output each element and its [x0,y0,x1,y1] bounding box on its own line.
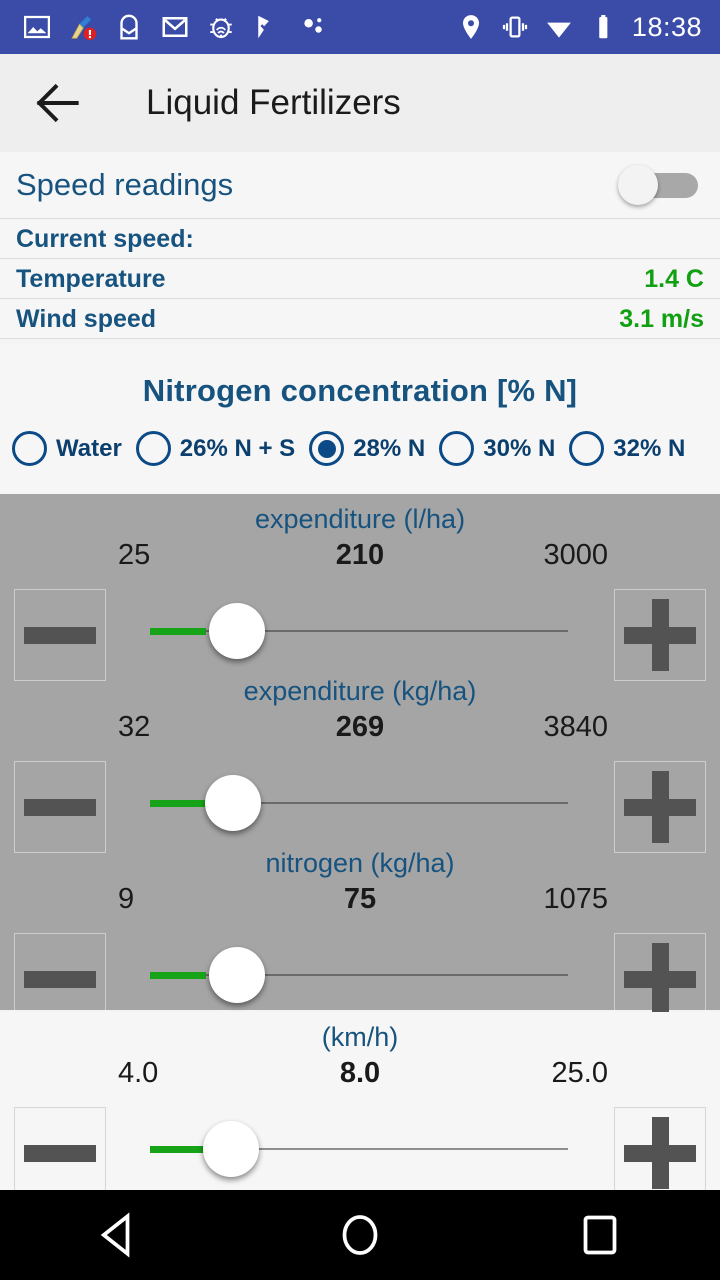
slider-values: 25 210 3000 [0,539,720,583]
status-bar-right-icons: 18:38 [456,12,720,43]
reading-label: Current speed: [16,224,194,253]
slider-thumb[interactable] [209,603,265,659]
radio-label: 28% N [353,434,426,462]
slider-title: expenditure (l/ha) [254,504,466,534]
nitrogen-section-title: Nitrogen concentration [% N] [142,373,578,408]
reading-value: 3.1 m/s [619,304,704,333]
slider-thumb[interactable] [203,1121,259,1177]
slider-title: (km/h) [321,1022,399,1052]
radio-option-26n-s[interactable]: 26% N + S [135,431,296,466]
slider-track-fill [150,628,206,635]
reading-label: Temperature [16,264,166,293]
slider-zone-primary: expenditure (l/ha) 25 210 3000 expenditu… [0,494,720,1025]
nitrogen-radio-group: Water 26% N + S 28% N 30% N 32% N [0,409,720,466]
speed-readings-header: Speed readings [0,152,720,219]
minus-icon [24,1145,96,1162]
radio-circle-checked-icon [309,431,345,466]
slider-max-value: 25.0 [551,1057,608,1089]
slider-track-fill [150,800,206,807]
status-bar-left-icons [0,12,328,42]
slider-max-value: 3840 [543,711,608,743]
check-flag-icon [252,12,282,42]
nav-recents-icon[interactable] [570,1205,630,1265]
slider-row [0,755,720,853]
slider-zone-speed: (km/h) 4.0 8.0 25.0 [0,1012,720,1199]
slider-row [0,1101,720,1199]
reading-label: Wind speed [16,304,157,333]
slider-block-expenditure-kgha: expenditure (kg/ha) 32 269 3840 [0,666,720,853]
slider-title: nitrogen (kg/ha) [265,848,455,878]
slider-row [0,927,720,1025]
speed-readings-toggle[interactable] [618,165,698,205]
dots-icon [298,12,328,42]
mail-envelope-icon [114,12,144,42]
vibrate-icon [500,12,530,42]
slider-current-value: 8.0 [339,1057,381,1089]
plus-icon-vertical [652,1117,669,1189]
speed-readings-label: Speed readings [16,167,234,202]
android-navigation-bar [0,1190,720,1280]
plus-icon-vertical [652,943,669,1015]
status-bar: 18:38 [0,0,720,54]
radio-circle-icon [569,431,605,466]
minus-icon [24,799,96,816]
increment-button[interactable] [614,1107,706,1199]
slider-current-value: 210 [335,539,385,571]
broom-alert-icon [68,12,98,42]
slider-values: 32 269 3840 [0,711,720,755]
radio-option-30n[interactable]: 30% N [439,431,555,466]
slider-current-value: 269 [335,711,385,743]
page-title: Liquid Fertilizers [146,83,401,122]
radio-label: Water [56,434,122,462]
status-bar-clock: 18:38 [631,11,702,42]
toggle-thumb [618,165,658,205]
radio-option-water[interactable]: Water [12,431,122,466]
arrow-back-icon[interactable] [30,75,86,131]
slider-block-nitrogen-kgha: nitrogen (kg/ha) 9 75 1075 [0,838,720,1025]
reading-row-wind-speed: Wind speed 3.1 m/s [0,300,720,339]
app-root: 18:38 Liquid Fertilizers Speed readings … [0,0,720,1280]
radio-option-28n[interactable]: 28% N [309,431,425,466]
radio-label: 30% N [483,434,556,462]
slider-thumb[interactable] [205,775,261,831]
radio-label: 32% N [613,434,686,462]
image-icon [22,12,52,42]
slider-title: expenditure (kg/ha) [243,676,477,706]
nav-back-icon[interactable] [90,1205,150,1265]
radio-circle-icon [439,431,475,466]
decrement-button[interactable] [14,1107,106,1199]
radio-label: 26% N + S [179,434,296,462]
plus-icon-vertical [652,599,669,671]
slider-block-expenditure-lha: expenditure (l/ha) 25 210 3000 [0,494,720,681]
minus-icon [24,627,96,644]
slider-values: 9 75 1075 [0,883,720,927]
plus-icon-vertical [652,771,669,843]
reading-value: 1.4 C [644,264,704,293]
battery-icon [588,12,618,42]
debug-bug-icon [206,12,236,42]
nitrogen-concentration-section: Nitrogen concentration [% N] Water 26% N… [0,345,720,494]
app-bar: Liquid Fertilizers [0,54,720,152]
wifi-icon [544,12,574,42]
reading-row-temperature: Temperature 1.4 C [0,260,720,299]
location-pin-icon [456,12,486,42]
slider-max-value: 1075 [543,883,608,915]
slider-thumb[interactable] [209,947,265,1003]
gmail-icon [160,12,190,42]
slider-block-speed-kmh: (km/h) 4.0 8.0 25.0 [0,1012,720,1199]
slider-track-fill [150,972,206,979]
minus-icon [24,971,96,988]
slider-values: 4.0 8.0 25.0 [0,1057,720,1101]
nav-home-icon[interactable] [330,1205,390,1265]
reading-row-current-speed: Current speed: [0,220,720,259]
slider-row [0,583,720,681]
slider-current-value: 75 [343,883,377,915]
slider-max-value: 3000 [543,539,608,571]
radio-option-32n[interactable]: 32% N [569,431,685,466]
slider-track-fill [150,1146,206,1153]
radio-circle-icon [135,431,171,466]
radio-circle-icon [12,431,47,466]
